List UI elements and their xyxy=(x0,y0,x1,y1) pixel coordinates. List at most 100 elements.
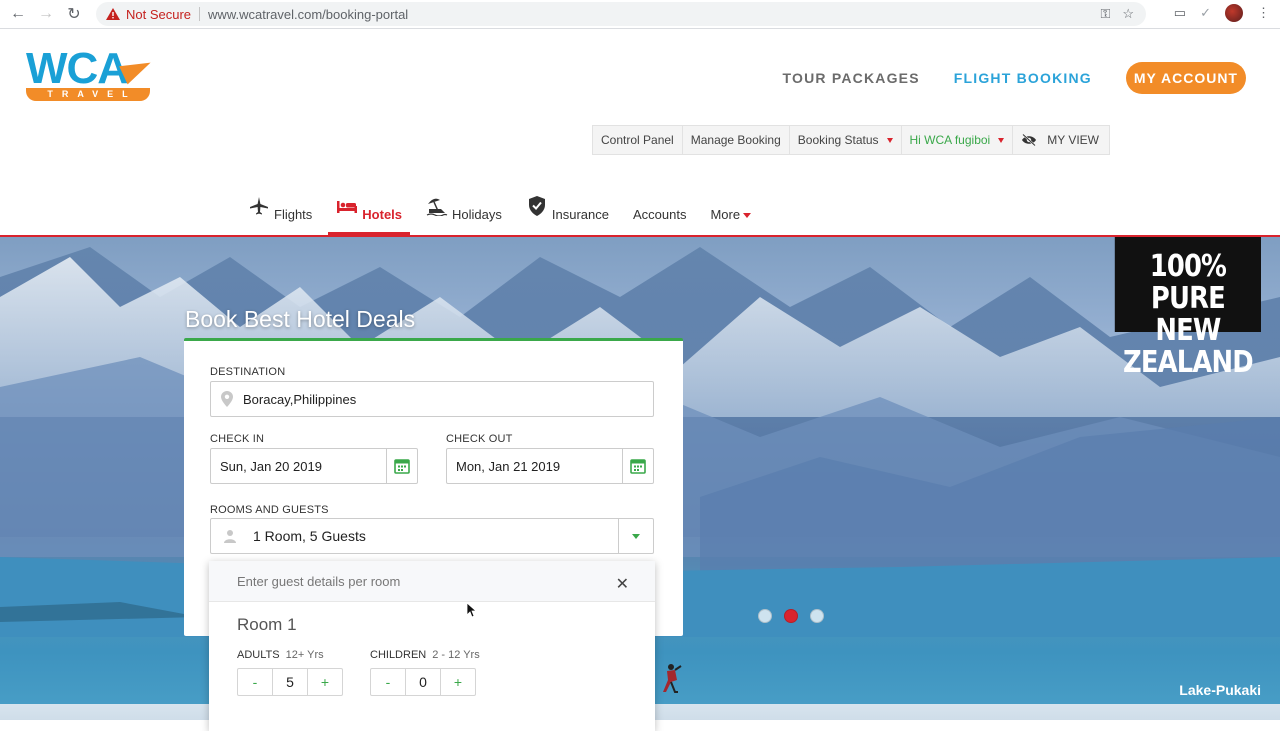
children-decrement-button[interactable]: - xyxy=(371,669,405,695)
rooms-guests-value: 1 Room, 5 Guests xyxy=(253,528,366,544)
logo-wordmark: WCA xyxy=(26,44,129,93)
calendar-icon[interactable] xyxy=(386,449,417,483)
warning-icon xyxy=(106,8,120,20)
forward-icon[interactable]: → xyxy=(36,4,56,24)
beach-icon xyxy=(426,196,448,216)
room-title: Room 1 xyxy=(237,615,297,634)
close-icon[interactable]: ✕ xyxy=(616,574,629,594)
tab-flights-label: Flights xyxy=(274,207,313,222)
bed-icon xyxy=(336,196,358,216)
caret-down-icon xyxy=(998,137,1005,143)
tab-insurance[interactable]: Insurance xyxy=(518,196,617,236)
nav-flight-booking[interactable]: FLIGHT BOOKING xyxy=(954,70,1092,86)
address-bar[interactable]: Not Secure www.wcatravel.com/booking-por… xyxy=(96,2,1146,26)
tab-hotels-label: Hotels xyxy=(362,207,403,222)
tab-insurance-label: Insurance xyxy=(551,207,609,222)
map-pin-icon xyxy=(221,391,233,407)
booking-status-label: Booking Status xyxy=(797,133,879,147)
tab-flights[interactable]: Flights xyxy=(240,196,320,236)
eye-off-icon xyxy=(1022,134,1037,146)
shield-icon xyxy=(526,196,548,216)
caret-down-icon xyxy=(632,533,640,539)
control-panel-label: Control Panel xyxy=(601,133,674,147)
tab-holidays-label: Holidays xyxy=(452,207,502,222)
badge-line-1: 100% PURE xyxy=(1149,249,1227,316)
adults-age-hint: 12+ Yrs xyxy=(285,649,324,661)
checkin-label: CHECK IN xyxy=(210,433,265,445)
adults-decrement-button[interactable]: - xyxy=(238,669,272,695)
slide-dot[interactable] xyxy=(758,609,772,623)
checkin-field[interactable]: Sun, Jan 20 2019 xyxy=(210,448,418,484)
rooms-guests-label: ROOMS AND GUESTS xyxy=(210,504,329,516)
user-icon xyxy=(224,530,236,543)
guest-panel-hint: Enter guest details per room xyxy=(237,573,401,589)
url-text[interactable]: www.wcatravel.com/booking-portal xyxy=(208,7,408,22)
avatar[interactable] xyxy=(1225,4,1243,22)
children-label-text: CHILDREN xyxy=(370,649,427,661)
key-icon[interactable]: ⚿ xyxy=(1100,6,1110,22)
children-label: CHILDREN 2 - 12 Yrs xyxy=(370,649,480,661)
location-caption: Lake-Pukaki xyxy=(1179,682,1261,698)
security-status[interactable]: Not Secure xyxy=(126,7,191,22)
tab-more[interactable]: More xyxy=(702,196,759,236)
booking-status-dropdown[interactable]: Booking Status xyxy=(790,126,902,154)
tab-accounts[interactable]: Accounts xyxy=(625,196,694,236)
nz-badge: 100% PURE NEW ZEALAND xyxy=(1114,237,1261,379)
browser-toolbar: ← → ↻ Not Secure www.wcatravel.com/booki… xyxy=(0,0,1280,29)
destination-label: DESTINATION xyxy=(210,366,286,378)
cast-icon[interactable]: ▭ xyxy=(1174,5,1186,21)
adults-label-text: ADULTS xyxy=(237,649,280,661)
divider xyxy=(199,7,201,21)
mouse-cursor xyxy=(467,603,477,618)
destination-field[interactable]: Boracay,Philippines xyxy=(210,381,654,417)
adults-stepper: - 5 + xyxy=(237,668,343,696)
badge-line-2: NEW ZEALAND xyxy=(1123,313,1254,380)
adults-label: ADULTS 12+ Yrs xyxy=(237,649,324,661)
manage-booking-label: Manage Booking xyxy=(690,133,781,147)
star-icon[interactable]: ☆ xyxy=(1122,6,1134,22)
tab-more-label: More xyxy=(710,196,752,222)
slide-dot[interactable] xyxy=(810,609,824,623)
user-greeting: Hi WCA fugiboi xyxy=(909,133,991,147)
tab-hotels[interactable]: Hotels xyxy=(328,196,410,236)
back-icon[interactable]: ← xyxy=(8,4,28,24)
my-account-button[interactable]: MY ACCOUNT xyxy=(1125,62,1246,94)
tab-accounts-label: Accounts xyxy=(632,207,687,222)
guest-panel-header: Enter guest details per room ✕ xyxy=(209,561,655,602)
checkout-label: CHECK OUT xyxy=(446,433,513,445)
tab-more-text: More xyxy=(710,207,741,222)
adults-increment-button[interactable]: + xyxy=(308,669,342,695)
reload-icon[interactable]: ↻ xyxy=(64,4,84,24)
guest-details-panel: Enter guest details per room ✕ Room 1 AD… xyxy=(209,561,655,731)
slide-indicators xyxy=(758,609,824,623)
nav-tour-packages[interactable]: TOUR PACKAGES xyxy=(783,70,920,86)
my-view-label: MY VIEW xyxy=(1047,133,1100,147)
user-menu-dropdown[interactable]: Hi WCA fugiboi xyxy=(902,126,1014,154)
manage-booking-link[interactable]: Manage Booking xyxy=(683,126,790,154)
caret-down-icon xyxy=(886,137,893,143)
rooms-guests-select[interactable]: 1 Room, 5 Guests xyxy=(210,518,654,554)
account-toolbar: Control Panel Manage Booking Booking Sta… xyxy=(592,125,1111,155)
checkout-value: Mon, Jan 21 2019 xyxy=(456,458,561,474)
my-view-toggle[interactable]: MY VIEW xyxy=(1013,126,1109,154)
children-stepper: - 0 + xyxy=(370,668,476,696)
logo[interactable]: WCA TRAVEL xyxy=(26,44,155,103)
menu-icon[interactable]: ⋮ xyxy=(1257,5,1270,21)
control-panel-link[interactable]: Control Panel xyxy=(593,126,683,154)
chevron-down-icon[interactable] xyxy=(618,519,653,553)
destination-value: Boracay,Philippines xyxy=(243,391,357,407)
check-icon[interactable]: ✓ xyxy=(1200,5,1211,21)
product-tabs: Flights Hotels Holidays Insurance Accoun… xyxy=(240,196,767,236)
checkout-field[interactable]: Mon, Jan 21 2019 xyxy=(446,448,654,484)
children-count[interactable]: 0 xyxy=(405,669,441,695)
children-age-hint: 2 - 12 Yrs xyxy=(432,649,480,661)
adults-count[interactable]: 5 xyxy=(272,669,308,695)
top-nav: TOUR PACKAGES FLIGHT BOOKING MY ACCOUNT xyxy=(783,62,1246,94)
tab-holidays[interactable]: Holidays xyxy=(418,196,510,236)
slide-dot-active[interactable] xyxy=(784,609,798,623)
checkin-value: Sun, Jan 20 2019 xyxy=(220,458,322,474)
children-increment-button[interactable]: + xyxy=(441,669,475,695)
logo-tagline: TRAVEL xyxy=(26,88,150,101)
calendar-icon[interactable] xyxy=(622,449,653,483)
booking-title: Book Best Hotel Deals xyxy=(185,306,416,332)
